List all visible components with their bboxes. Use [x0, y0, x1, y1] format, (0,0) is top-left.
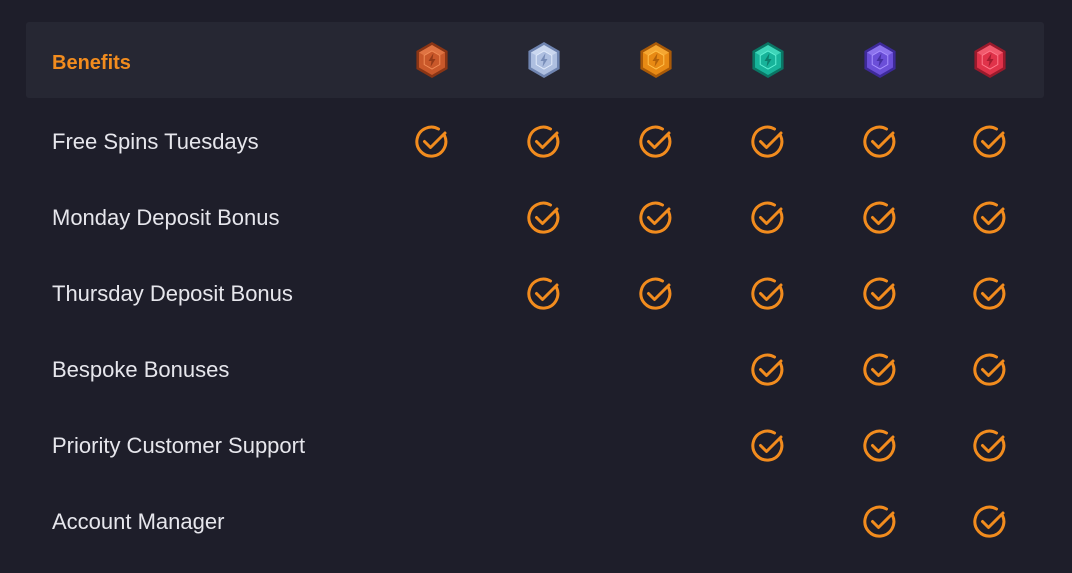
check-circle-icon	[750, 352, 786, 388]
ruby-gem-icon	[970, 40, 1010, 80]
benefits-title: Benefits	[52, 52, 131, 74]
benefit-label: Monday Deposit Bonus	[52, 205, 280, 230]
check-circle-icon	[750, 276, 786, 312]
check-circle-icon	[862, 352, 898, 388]
emerald-gem-icon	[748, 40, 788, 80]
amethyst-gem-icon	[860, 40, 900, 80]
check-circle-icon	[526, 276, 562, 312]
gold-gem-icon	[636, 40, 676, 80]
benefit-label: Thursday Deposit Bonus	[52, 281, 293, 306]
check-circle-icon	[638, 200, 674, 236]
check-circle-icon	[750, 428, 786, 464]
check-circle-icon	[750, 200, 786, 236]
check-circle-icon	[972, 124, 1008, 160]
check-circle-icon	[972, 276, 1008, 312]
check-circle-icon	[638, 124, 674, 160]
check-circle-icon	[972, 504, 1008, 540]
bronze-gem-icon	[412, 40, 452, 80]
check-circle-icon	[972, 200, 1008, 236]
benefit-label: Bespoke Bonuses	[52, 357, 230, 382]
benefit-label: Free Spins Tuesdays	[52, 129, 259, 154]
benefit-label: Account Manager	[52, 509, 225, 534]
check-circle-icon	[862, 124, 898, 160]
check-circle-icon	[862, 276, 898, 312]
check-circle-icon	[414, 124, 450, 160]
check-circle-icon	[638, 276, 674, 312]
check-circle-icon	[526, 124, 562, 160]
check-circle-icon	[972, 428, 1008, 464]
check-circle-icon	[526, 200, 562, 236]
benefit-label: Priority Customer Support	[52, 433, 306, 458]
silver-gem-icon	[524, 40, 564, 80]
check-circle-icon	[862, 428, 898, 464]
check-circle-icon	[972, 352, 1008, 388]
check-circle-icon	[862, 504, 898, 540]
check-circle-icon	[862, 200, 898, 236]
check-circle-icon	[750, 124, 786, 160]
